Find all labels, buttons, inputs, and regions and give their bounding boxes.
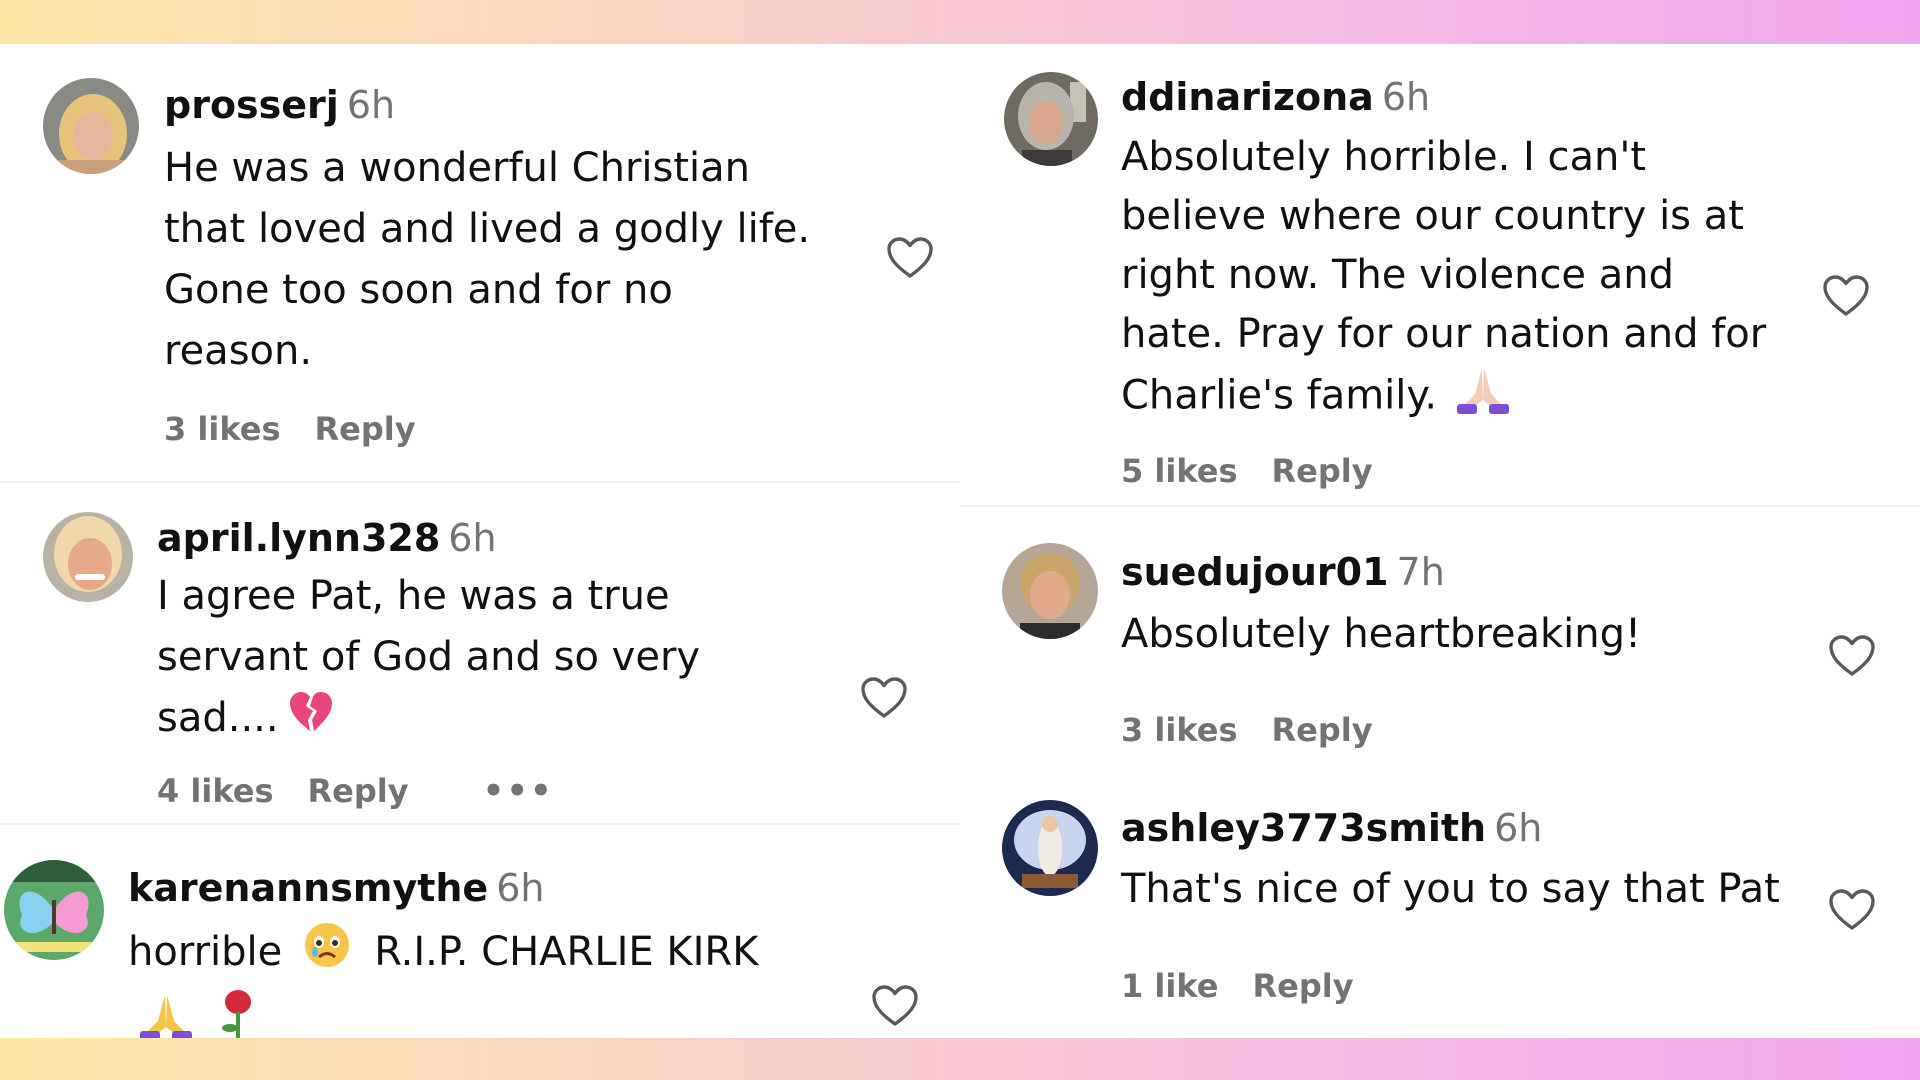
username[interactable]: suedujour01: [1121, 550, 1389, 594]
likes-count[interactable]: 3 likes: [164, 409, 281, 449]
timestamp: 7h: [1396, 550, 1445, 594]
likes-count[interactable]: 1 like: [1121, 966, 1218, 1006]
avatar-angel-painting: [1002, 800, 1098, 896]
divider: [960, 505, 1920, 507]
comment-meta: 3 likes Reply: [164, 409, 450, 449]
timestamp: 6h: [1381, 75, 1431, 119]
divider: [0, 481, 960, 483]
username[interactable]: ashley3773smith: [1121, 806, 1486, 850]
comment-text: Absolutely heartbreaking!: [1121, 604, 1641, 665]
comment-meta: 4 likes Reply •••: [157, 771, 588, 811]
comment-line: Absolutely horrible. I can't: [1121, 134, 1647, 180]
comment-line: right now. The violence and: [1121, 252, 1675, 298]
divider: [0, 823, 960, 825]
comment-line: servant of God and so very: [157, 634, 701, 680]
comment-line: Absolutely heartbreaking!: [1121, 611, 1642, 657]
comment-line: I agree Pat, he was a true: [157, 573, 670, 619]
like-heart-icon[interactable]: [886, 236, 934, 280]
comment-line: reason.: [164, 328, 313, 374]
timestamp: 6h: [1494, 806, 1543, 850]
avatar-butterfly-image: [4, 860, 104, 960]
comment-line: sad....: [157, 695, 279, 741]
avatar[interactable]: [43, 512, 133, 602]
likes-count[interactable]: 5 likes: [1121, 451, 1238, 491]
like-heart-icon[interactable]: [1828, 634, 1876, 678]
bottom-gradient-band: [0, 1038, 1920, 1080]
like-heart-icon[interactable]: [871, 984, 919, 1028]
left-comment-column: prosserj 6h He was a wonderful Christian …: [0, 44, 960, 1038]
username[interactable]: prosserj: [164, 83, 339, 127]
broken-heart-icon: [287, 689, 335, 751]
crying-face-icon: [302, 920, 352, 988]
comment-text: horrible R.I.P. CHARLIE KIRK: [128, 920, 758, 1038]
comment-text: Absolutely horrible. I can't believe whe…: [1121, 128, 1766, 431]
avatar[interactable]: [4, 860, 104, 960]
comment-text: I agree Pat, he was a true servant of Go…: [157, 566, 700, 751]
comment-line: Gone too soon and for no: [164, 267, 673, 313]
username[interactable]: ddinarizona: [1121, 75, 1374, 119]
avatar[interactable]: [1004, 72, 1098, 166]
avatar[interactable]: [43, 78, 139, 174]
praying-hands-icon: [1455, 364, 1511, 431]
comment-line: that loved and lived a godly life.: [164, 206, 811, 252]
timestamp: 6h: [448, 516, 497, 560]
avatar-photo-gray-haired-woman: [1004, 72, 1098, 166]
like-heart-icon[interactable]: [1822, 274, 1870, 318]
comment-text: He was a wonderful Christian that loved …: [164, 138, 810, 382]
username[interactable]: karenannsmythe: [128, 866, 488, 910]
avatar[interactable]: [1002, 543, 1098, 639]
comment-meta: 3 likes Reply: [1121, 710, 1407, 750]
reply-button[interactable]: Reply: [1272, 710, 1373, 750]
username[interactable]: april.lynn328: [157, 516, 440, 560]
like-heart-icon[interactable]: [1828, 888, 1876, 932]
comment-meta: 1 like Reply: [1121, 966, 1388, 1006]
avatar-photo-short-haired-woman: [1002, 543, 1098, 639]
comment-line: hate. Pray for our nation and for: [1121, 311, 1767, 357]
avatar-photo-blonde-woman: [43, 78, 139, 174]
top-gradient-band: [0, 0, 1920, 44]
reply-button[interactable]: Reply: [1272, 451, 1373, 491]
comment-line: He was a wonderful Christian: [164, 145, 750, 191]
right-comment-column: ddinarizona 6h Absolutely horrible. I can…: [960, 44, 1920, 1038]
comment-text: That's nice of you to say that Pat: [1121, 859, 1780, 920]
more-dots-icon[interactable]: •••: [483, 771, 554, 811]
likes-count[interactable]: 3 likes: [1121, 710, 1238, 750]
comment-line: believe where our country is at: [1121, 193, 1744, 239]
timestamp: 6h: [346, 83, 396, 127]
comment-line: Charlie's family.: [1121, 372, 1438, 419]
comment-line: horrible: [128, 929, 283, 975]
likes-count[interactable]: 4 likes: [157, 771, 274, 811]
reply-button[interactable]: Reply: [308, 771, 409, 811]
comment-line: That's nice of you to say that Pat: [1121, 866, 1780, 912]
comment-line: R.I.P. CHARLIE KIRK: [374, 929, 759, 975]
comment-meta: 5 likes Reply: [1121, 451, 1407, 491]
avatar[interactable]: [1002, 800, 1098, 896]
reply-button[interactable]: Reply: [315, 409, 416, 449]
rose-icon: [218, 988, 258, 1038]
timestamp: 6h: [496, 866, 545, 910]
like-heart-icon[interactable]: [860, 676, 908, 720]
avatar-photo-smiling-woman: [43, 512, 133, 602]
reply-button[interactable]: Reply: [1252, 966, 1353, 1006]
praying-hands-icon: [138, 991, 194, 1038]
